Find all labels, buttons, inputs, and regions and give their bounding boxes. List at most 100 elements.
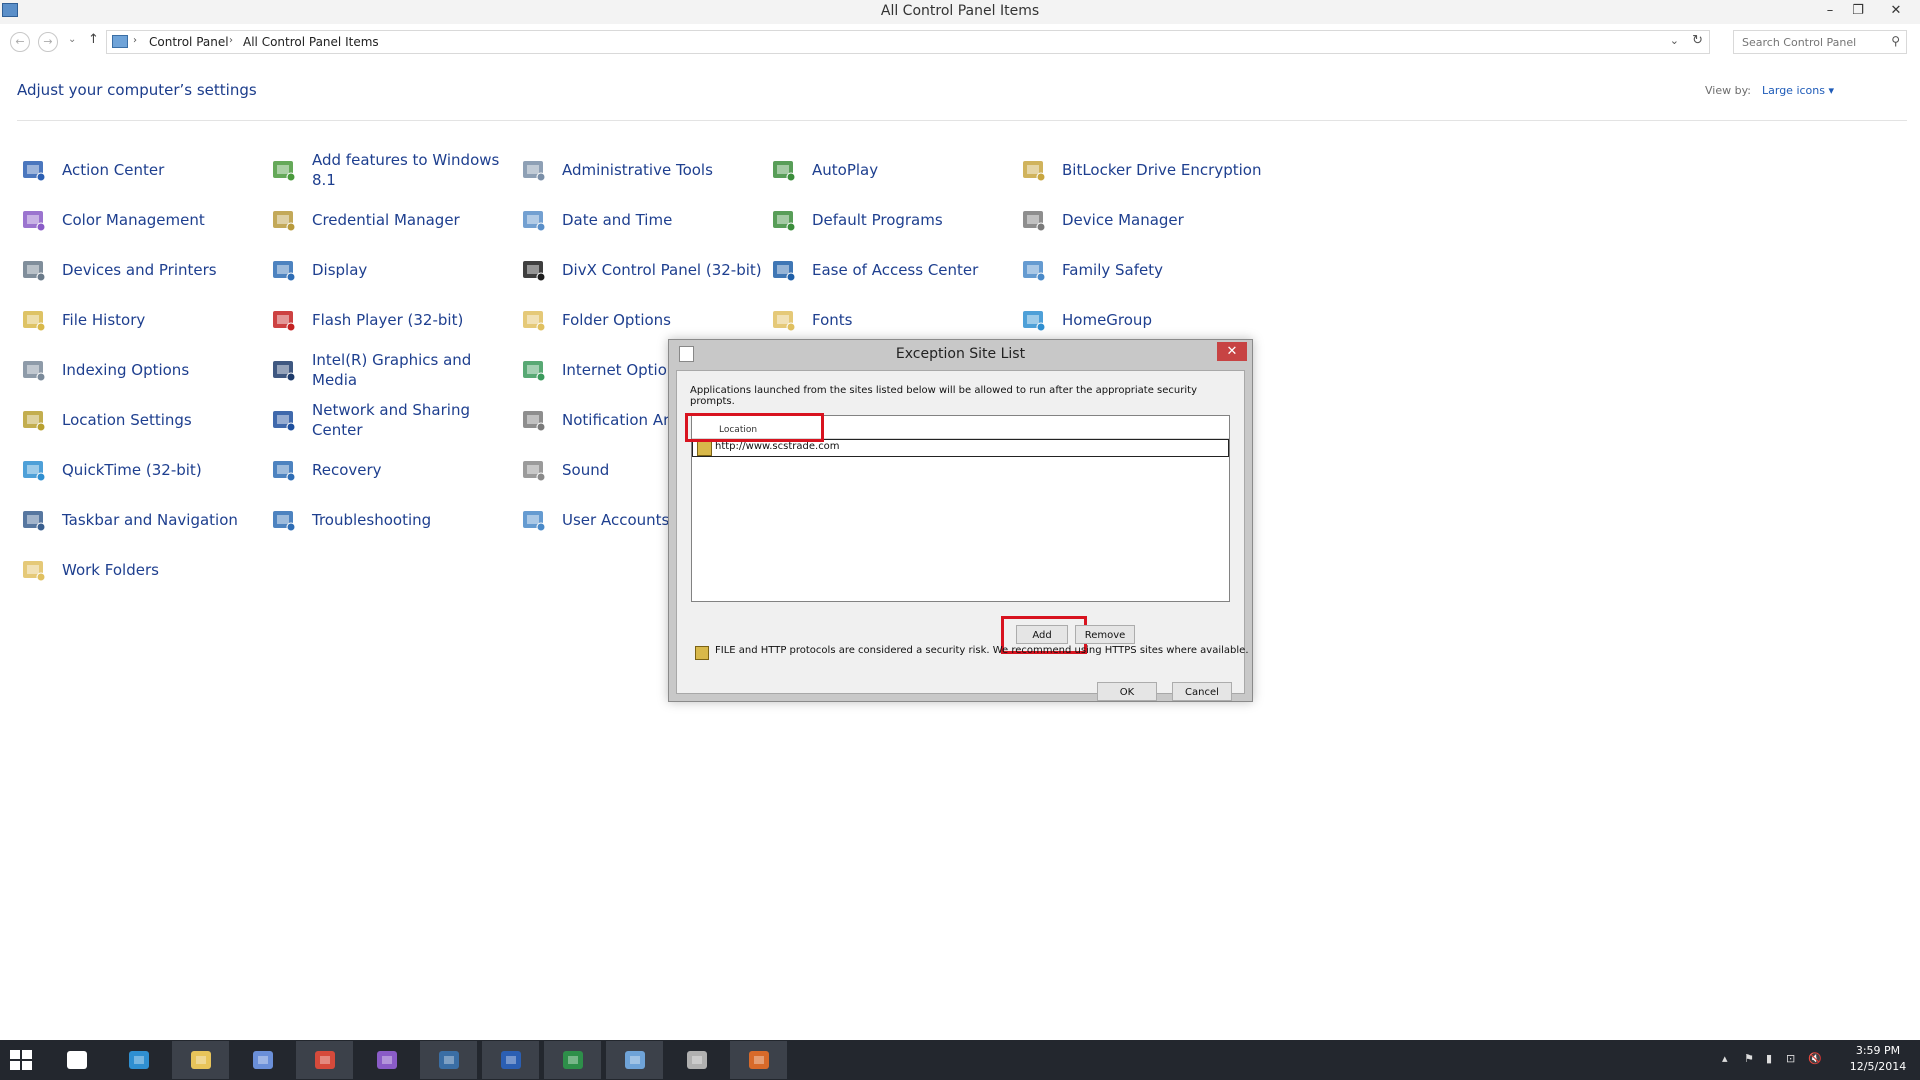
control-panel-item[interactable]: Family Safety [1017,249,1257,291]
control-panel-item[interactable]: Add features to Windows 8.1 [267,149,507,191]
control-panel-item[interactable]: Indexing Options [17,349,257,391]
control-panel-item[interactable]: File History [17,299,257,341]
breadcrumb-separator: › [229,35,233,46]
control-panel-item-label: Color Management [62,211,205,229]
excel-icon [560,1048,586,1072]
taskbar-button[interactable] [668,1041,725,1079]
control-panel-item[interactable]: Fonts [767,299,1007,341]
address-dropdown-icon[interactable]: ⌄ [1670,34,1679,47]
control-panel-item[interactable]: Taskbar and Navigation [17,499,257,541]
network-tray-icon[interactable]: ⊡ [1786,1052,1795,1065]
remove-button[interactable]: Remove [1075,625,1135,644]
search-input[interactable] [1740,33,1884,51]
control-panel-item[interactable]: DivX Control Panel (32-bit) [517,249,762,291]
control-panel-item-label: BitLocker Drive Encryption [1062,161,1262,179]
power-icon[interactable]: ▮ [1766,1052,1772,1065]
control-panel-item[interactable]: Recovery [267,449,507,491]
up-button[interactable]: ↑ [88,32,99,47]
cancel-button[interactable]: Cancel [1172,682,1232,701]
flag-icon [20,156,48,184]
printer-icon [20,256,48,284]
control-panel-item[interactable]: Action Center [17,149,257,191]
computer-icon [112,35,128,48]
color-management-icon [20,206,48,234]
control-panel-item-label: Devices and Printers [62,261,217,279]
highlight-url-box [685,413,824,442]
control-panel-item[interactable]: AutoPlay [767,149,1007,191]
display-icon [270,256,298,284]
taskbar-button[interactable] [358,1041,415,1079]
control-panel-item-label: Folder Options [562,311,671,329]
recent-locations-button[interactable]: ⌄ [68,34,76,45]
taskbar-button[interactable] [730,1041,787,1079]
taskbar-button[interactable] [544,1041,601,1079]
control-panel-item[interactable]: Folder Options [517,299,757,341]
header-divider [17,120,1907,121]
search-icon[interactable]: ⚲ [1891,34,1900,48]
address-bar[interactable]: › Control Panel › All Control Panel Item… [106,30,1710,54]
address-row: ← → ⌄ ↑ › Control Panel › All Control Pa… [0,27,1920,55]
taskbar-button[interactable] [296,1041,353,1079]
windows-start-icon[interactable] [10,1050,32,1070]
control-panel-item[interactable]: Devices and Printers [17,249,257,291]
minimize-button[interactable]: – [1816,0,1844,22]
site-list[interactable]: Location [691,415,1230,602]
forward-button[interactable]: → [38,32,58,52]
tray-overflow-icon[interactable]: ▴ [1722,1052,1728,1065]
control-panel-item[interactable]: Ease of Access Center [767,249,1007,291]
volume-muted-icon[interactable]: 🔇 [1808,1052,1822,1065]
control-panel-item[interactable]: Device Manager [1017,199,1257,241]
visual-studio-icon [374,1048,400,1072]
device-manager-icon [1020,206,1048,234]
dialog-body: Applications launched from the sites lis… [676,370,1249,701]
view-by-dropdown[interactable]: Large icons ▾ [1762,84,1834,97]
control-panel-item[interactable]: Display [267,249,507,291]
recovery-icon [270,456,298,484]
autoplay-icon [770,156,798,184]
control-panel-item[interactable]: Date and Time [517,199,757,241]
ok-button[interactable]: OK [1097,682,1157,701]
breadcrumb-all-items[interactable]: All Control Panel Items [243,35,379,49]
chrome-icon [312,1048,338,1072]
breadcrumb-control-panel[interactable]: Control Panel [149,35,229,49]
control-panel-item[interactable]: Network and Sharing Center [267,399,507,441]
control-panel-item[interactable]: Intel(R) Graphics and Media [267,349,507,391]
taskbar-button[interactable] [482,1041,539,1079]
control-panel-item[interactable]: Administrative Tools [517,149,757,191]
dialog-close-button[interactable]: ✕ [1217,342,1247,361]
taskbar-button[interactable] [172,1041,229,1079]
dialog-title: Exception Site List [895,346,1026,362]
control-panel-item[interactable]: Credential Manager [267,199,507,241]
taskbar-clock[interactable]: 3:59 PM 12/5/2014 [1842,1043,1914,1075]
clock-icon [520,206,548,234]
credential-icon [270,206,298,234]
search-box[interactable]: ⚲ [1733,30,1907,54]
control-panel-item[interactable]: BitLocker Drive Encryption [1017,149,1261,191]
close-window-button[interactable]: ✕ [1882,0,1910,22]
taskbar-button[interactable] [48,1041,105,1079]
taskbar-button[interactable] [110,1041,167,1079]
control-panel-item-label: HomeGroup [1062,311,1152,329]
refresh-icon[interactable]: ↻ [1692,33,1703,48]
security-warning-text: FILE and HTTP protocols are considered a… [715,645,1249,656]
control-panel-item[interactable]: Location Settings [17,399,257,441]
site-url-input[interactable] [715,441,1015,452]
control-panel-item[interactable]: Work Folders [17,549,257,591]
restore-button[interactable]: ❐ [1844,0,1872,22]
control-panel-item[interactable]: QuickTime (32-bit) [17,449,257,491]
taskbar-button[interactable] [420,1041,477,1079]
control-panel-item[interactable]: Troubleshooting [267,499,507,541]
control-panel-item[interactable]: Default Programs [767,199,1007,241]
control-panel-item[interactable]: Color Management [17,199,257,241]
taskbar-button[interactable] [234,1041,291,1079]
control-panel-item-label: Family Safety [1062,261,1164,279]
default-programs-icon [770,206,798,234]
control-panel-item-label: Network and Sharing Center [312,401,470,439]
back-button[interactable]: ← [10,32,30,52]
control-panel-item[interactable]: HomeGroup [1017,299,1257,341]
control-panel-item[interactable]: Flash Player (32-bit) [267,299,507,341]
sound-icon [520,456,548,484]
action-center-flag-icon[interactable]: ⚑ [1744,1052,1754,1065]
lock-icon [697,441,712,456]
taskbar-button[interactable] [606,1041,663,1079]
